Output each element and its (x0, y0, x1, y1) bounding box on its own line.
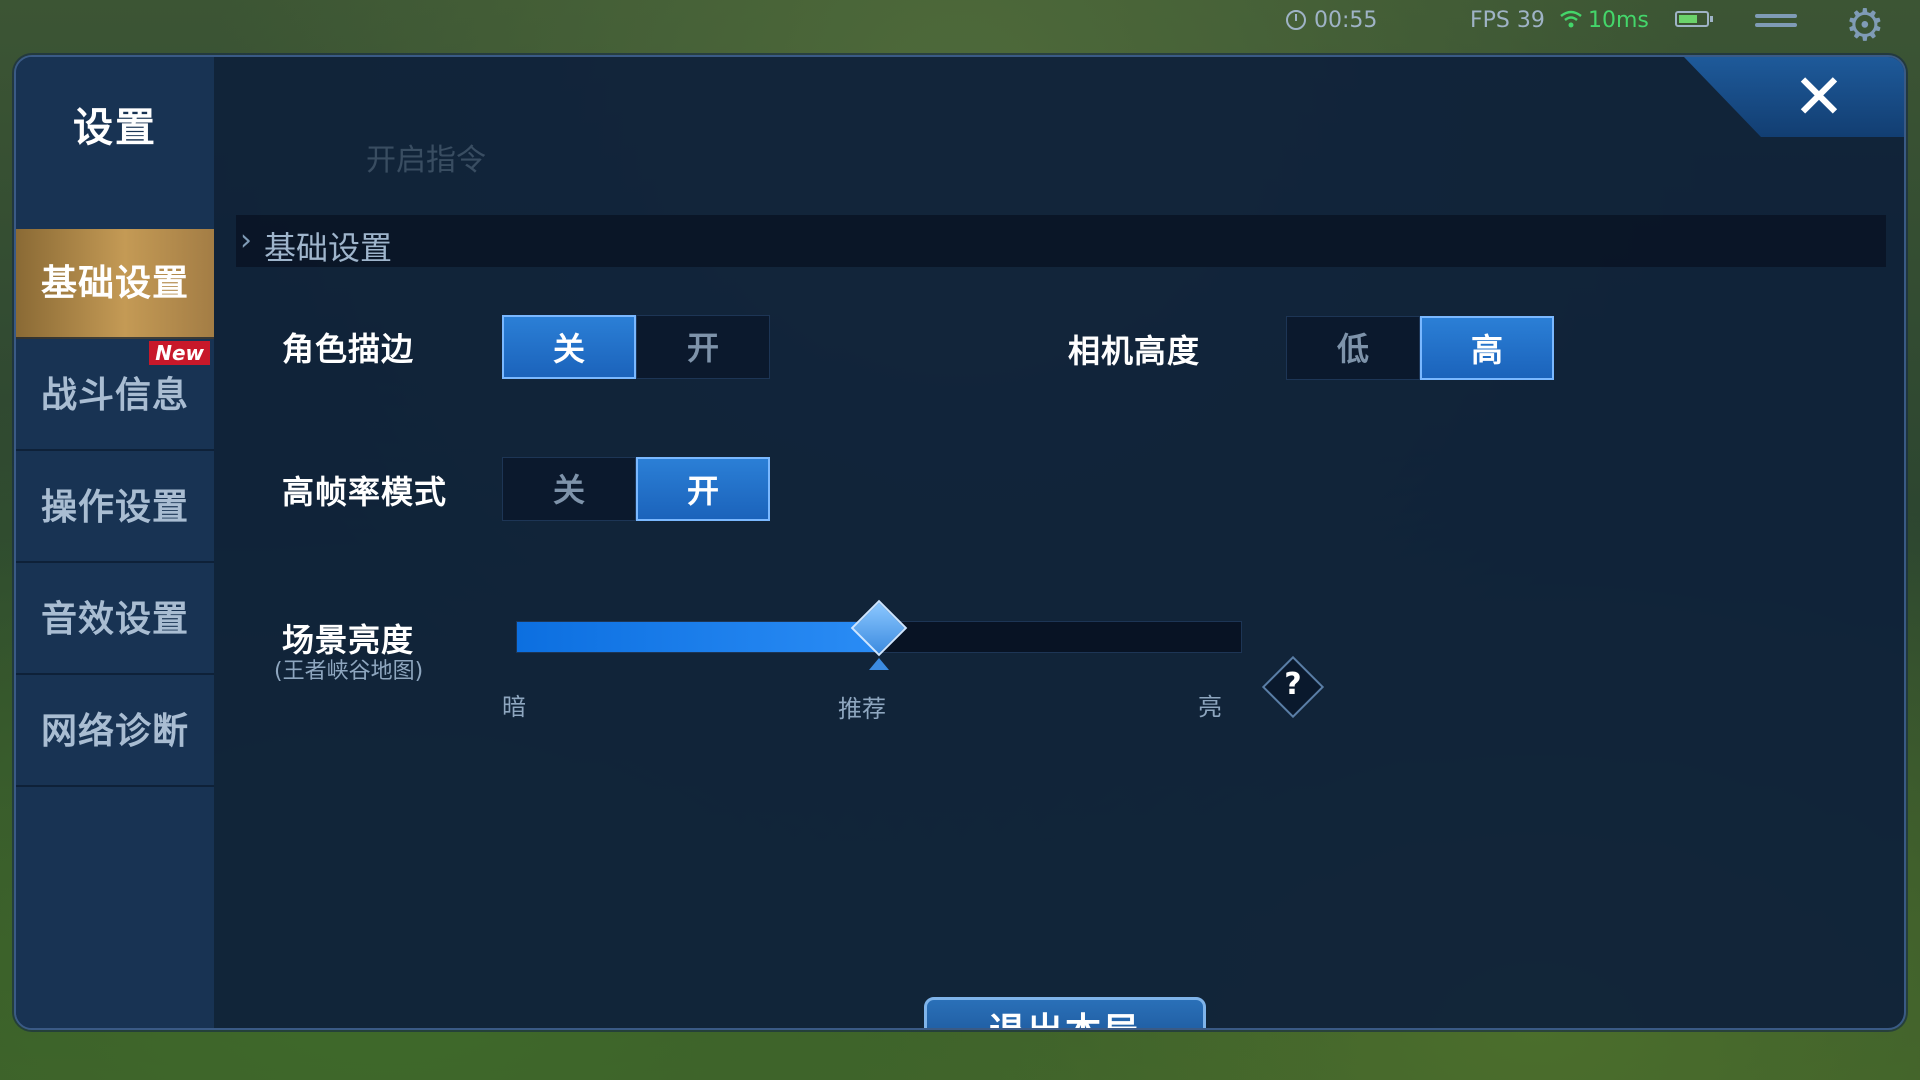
game-hud: 00:55 FPS 39 10ms ⚙ (1270, 0, 1920, 48)
close-button[interactable]: ✕ (1774, 57, 1864, 137)
brightness-recommended-label: 推荐 (838, 695, 886, 723)
ping-readout: 10ms (1588, 8, 1649, 33)
sidebar-item-label: 网络诊断 (40, 711, 189, 752)
brightness-sublabel: (王者峡谷地图) (274, 659, 424, 684)
camera-height-option-high[interactable]: 高 (1420, 316, 1554, 380)
sidebar-item-label: 基础设置 (40, 263, 189, 304)
clock-icon (1286, 10, 1306, 30)
outline-option-off[interactable]: 关 (502, 315, 636, 379)
recommended-marker-icon (869, 658, 889, 670)
high-fps-option-on[interactable]: 开 (636, 457, 770, 521)
sidebar-item-network[interactable]: 网络诊断 (16, 677, 214, 787)
close-icon: ✕ (1793, 60, 1845, 133)
brightness-max-label: 亮 (1198, 693, 1222, 721)
brightness-slider[interactable] (516, 599, 1242, 670)
gear-icon[interactable]: ⚙ (1845, 4, 1905, 48)
chevron-right-icon: › (240, 223, 252, 258)
wifi-icon (1560, 10, 1582, 28)
question-mark-icon: ? (1284, 667, 1302, 702)
outline-toggle: 关 开 (502, 315, 770, 379)
camera-height-option-low[interactable]: 低 (1286, 316, 1420, 380)
sidebar-item-controls[interactable]: 操作设置 (16, 453, 214, 563)
sidebar-item-basic-settings[interactable]: 基础设置 (16, 229, 214, 339)
sidebar-item-audio[interactable]: 音效设置 (16, 565, 214, 675)
sidebar-item-label: 战斗信息 (40, 375, 189, 416)
brightness-min-label: 暗 (502, 693, 526, 721)
fps-readout: FPS 39 (1470, 8, 1545, 33)
sidebar-item-label: 音效设置 (40, 599, 189, 640)
high-fps-option-off[interactable]: 关 (502, 457, 636, 521)
outline-label: 角色描边 (282, 330, 415, 368)
panel-title: 设置 (73, 105, 157, 151)
brightness-slider-fill (517, 622, 879, 652)
match-timer: 00:55 (1314, 8, 1378, 33)
battery-icon (1675, 11, 1713, 27)
section-title: 基础设置 (264, 229, 393, 267)
outline-option-on[interactable]: 开 (636, 315, 770, 379)
settings-sidebar: 设置 基础设置 战斗信息 New 操作设置 音效设置 网络诊断 (16, 57, 214, 1028)
settings-panel: 开启指令 设置 基础设置 战斗信息 New 操作设置 音效设置 网络诊断 ✕ ›… (14, 55, 1906, 1030)
sidebar-item-label: 操作设置 (40, 487, 189, 528)
camera-height-toggle: 低 高 (1286, 316, 1554, 380)
menu-icon[interactable] (1755, 14, 1797, 36)
section-header: › 基础设置 (236, 215, 1886, 267)
camera-height-label: 相机高度 (1068, 332, 1201, 370)
background-command-hint: 开启指令 (366, 143, 486, 178)
sidebar-item-battle-info[interactable]: 战斗信息 New (16, 341, 214, 451)
high-fps-toggle: 关 开 (502, 457, 770, 521)
exit-match-button[interactable]: 退出本局 (924, 997, 1206, 1028)
new-badge: New (149, 341, 210, 365)
high-fps-label: 高帧率模式 (282, 473, 448, 511)
